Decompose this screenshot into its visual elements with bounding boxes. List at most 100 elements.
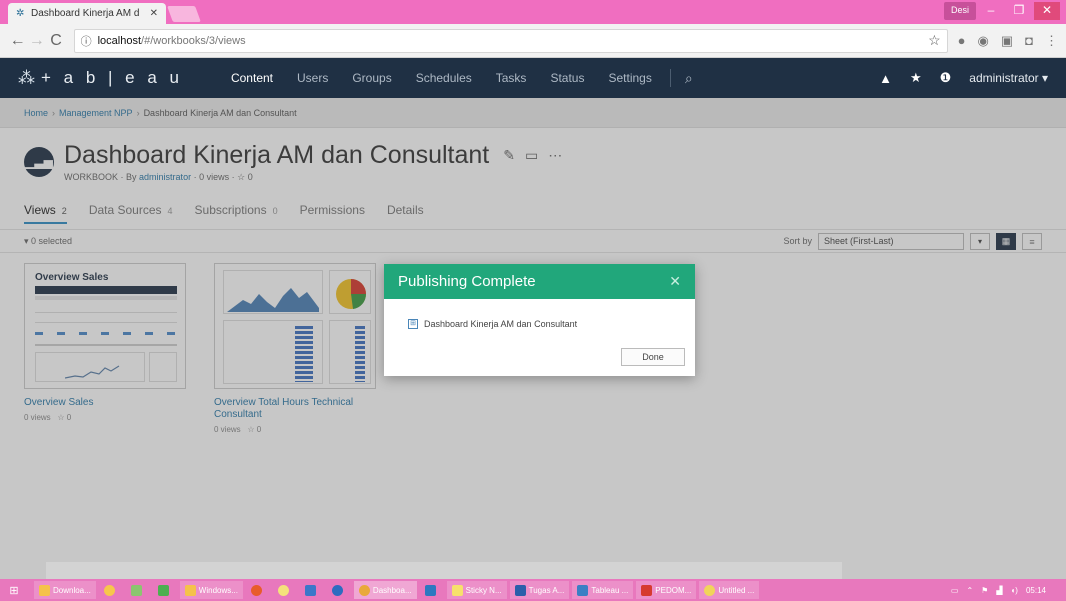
tab-views[interactable]: Views 2	[24, 203, 67, 224]
favorite-star-icon[interactable]: ☆	[247, 425, 254, 434]
nav-schedules[interactable]: Schedules	[404, 71, 484, 85]
taskbar-item[interactable]: Downloa...	[34, 581, 96, 599]
system-tray: ▭ ⌃ ⚑ ▟ ◖) 05:14	[951, 586, 1060, 595]
grid-view-icon[interactable]: ▦	[996, 232, 1016, 250]
taskbar-icon[interactable]	[273, 581, 297, 599]
views-toolbar: ▾ 0 selected Sort by Sheet (First-Last) …	[0, 229, 1066, 253]
taskbar-item[interactable]: Dashboa...	[353, 581, 417, 599]
taskbar-item[interactable]: Untitled ...	[699, 581, 760, 599]
taskbar-item[interactable]: Sticky N...	[446, 581, 507, 599]
windows-start-icon[interactable]: ⊞	[6, 584, 22, 597]
breadcrumb-project[interactable]: Management NPP	[59, 108, 133, 118]
chevron-down-icon[interactable]: ▾	[970, 232, 990, 250]
owner-link[interactable]: administrator	[139, 172, 191, 182]
published-workbook-item[interactable]: ⊞ Dashboard Kinerja AM dan Consultant	[408, 319, 695, 329]
taskbar-item[interactable]: Tableau ...	[572, 581, 634, 599]
back-icon[interactable]: ←	[8, 32, 27, 50]
browser-tab-bar: ✲ Dashboard Kinerja AM d ✕ Desi – ❐ ✕	[0, 0, 1066, 24]
bookmark-star-icon[interactable]: ☆	[928, 32, 941, 49]
workbook-meta: WORKBOOK · By administrator · 0 views · …	[64, 172, 253, 182]
close-window-icon[interactable]: ✕	[1034, 2, 1060, 20]
nav-settings[interactable]: Settings	[596, 71, 663, 85]
taskbar-icon[interactable]	[99, 581, 123, 599]
view-thumbnail[interactable]	[214, 263, 376, 389]
thumbnail-pie-chart	[336, 279, 367, 309]
tab-subscriptions[interactable]: Subscriptions 0	[195, 203, 278, 224]
network-icon[interactable]: ▟	[996, 586, 1002, 595]
selection-dropdown[interactable]: ▾ 0 selected	[24, 236, 72, 247]
chevron-up-icon[interactable]: ⌃	[966, 586, 973, 595]
menu-icon[interactable]: ⋮	[1045, 33, 1058, 49]
taskbar-icon[interactable]	[153, 581, 177, 599]
done-button[interactable]: Done	[621, 348, 685, 366]
edit-icon[interactable]: ✎	[503, 147, 525, 163]
tableau-favicon-icon: ✲	[16, 7, 25, 19]
list-view-icon[interactable]: ≡	[1022, 232, 1042, 250]
search-icon[interactable]: ⌕	[677, 70, 701, 87]
tab-data-sources[interactable]: Data Sources 4	[89, 203, 173, 224]
restore-icon[interactable]: ❐	[1006, 2, 1032, 20]
view-thumbnail[interactable]: Overview Sales	[24, 263, 186, 389]
new-tab-button[interactable]	[167, 6, 201, 22]
nav-tasks[interactable]: Tasks	[484, 71, 539, 85]
reload-icon[interactable]: C	[46, 32, 65, 50]
nav-users[interactable]: Users	[285, 71, 340, 85]
breadcrumb-home[interactable]: Home	[24, 108, 48, 118]
breadcrumb: Home › Management NPP › Dashboard Kinerj…	[0, 98, 1066, 128]
page-title: Dashboard Kinerja AM dan Consultant	[64, 141, 490, 169]
main-nav: Content Users Groups Schedules Tasks Sta…	[219, 69, 701, 87]
publishing-complete-dialog: Publishing Complete ✕ ⊞ Dashboard Kinerj…	[384, 264, 695, 376]
alert-icon[interactable]: ▲	[879, 71, 892, 86]
url-path: /#/workbooks/3/views	[141, 34, 246, 47]
tableau-logo[interactable]: ⁂ + a b | e a u	[18, 68, 183, 88]
address-bar-row: ← → C ⓘ localhost /#/workbooks/3/views ☆…	[0, 24, 1066, 58]
taskbar-icon[interactable]	[126, 581, 150, 599]
flag-icon[interactable]: ⚑	[981, 586, 988, 595]
view-name[interactable]: Overview Total Hours Technical Consultan…	[214, 397, 364, 421]
more-icon[interactable]: ⋯	[548, 147, 572, 163]
minimize-icon[interactable]: –	[978, 2, 1004, 20]
comment-icon[interactable]: ▭	[525, 147, 548, 163]
extension-icon[interactable]: ●	[958, 33, 966, 49]
nav-groups[interactable]: Groups	[340, 71, 403, 85]
thumbnail-area-chart	[227, 288, 319, 312]
workbook-type: WORKBOOK	[64, 172, 119, 182]
published-workbook-name[interactable]: Dashboard Kinerja AM dan Consultant	[424, 319, 577, 329]
tab-details[interactable]: Details	[387, 203, 424, 224]
taskbar-item[interactable]: PEDOM...	[636, 581, 697, 599]
view-card[interactable]: Overview Sales Overview Sales 0 views ☆ …	[24, 263, 186, 422]
taskbar-item[interactable]: Windows...	[179, 581, 243, 599]
info-icon[interactable]: ❶	[940, 70, 952, 86]
taskbar-icon[interactable]	[300, 581, 324, 599]
browser-tab[interactable]: ✲ Dashboard Kinerja AM d ✕	[8, 3, 166, 24]
favorites-count: 0	[247, 172, 253, 182]
clock[interactable]: 05:14	[1026, 586, 1046, 595]
keyboard-icon[interactable]: ▭	[951, 586, 959, 595]
taskbar-item[interactable]: Tugas A...	[509, 581, 570, 599]
volume-icon[interactable]: ◖)	[1010, 586, 1018, 595]
nav-content[interactable]: Content	[219, 71, 285, 85]
favorites-star-icon[interactable]: ★	[910, 70, 922, 86]
favorite-star-icon[interactable]: ☆	[57, 413, 64, 422]
workbook-icon: ⊞	[408, 319, 418, 329]
forward-icon[interactable]: →	[27, 32, 46, 50]
taskbar-icon[interactable]	[420, 581, 444, 599]
view-card[interactable]: Overview Total Hours Technical Consultan…	[214, 263, 376, 434]
extension-icon[interactable]: ◘	[1025, 33, 1033, 49]
browser-profile-badge[interactable]: Desi	[943, 2, 976, 20]
user-menu[interactable]: administrator ▾	[969, 71, 1048, 85]
close-tab-icon[interactable]: ✕	[150, 8, 158, 19]
view-name[interactable]: Overview Sales	[24, 397, 186, 409]
tab-permissions[interactable]: Permissions	[300, 203, 365, 224]
by-label: By	[126, 172, 137, 182]
sort-select[interactable]: Sheet (First-Last)	[818, 232, 964, 250]
taskbar-icon[interactable]	[327, 581, 351, 599]
site-info-icon[interactable]: ⓘ	[81, 33, 92, 49]
taskbar-icon[interactable]	[246, 581, 270, 599]
extension-icon[interactable]: ◉	[978, 33, 989, 49]
url-input[interactable]: ⓘ localhost /#/workbooks/3/views ☆	[73, 28, 948, 53]
extension-icon[interactable]: ▣	[1001, 33, 1013, 49]
nav-status[interactable]: Status	[538, 71, 596, 85]
favorite-star-icon[interactable]: ☆	[237, 172, 245, 182]
close-icon[interactable]: ✕	[669, 273, 681, 290]
